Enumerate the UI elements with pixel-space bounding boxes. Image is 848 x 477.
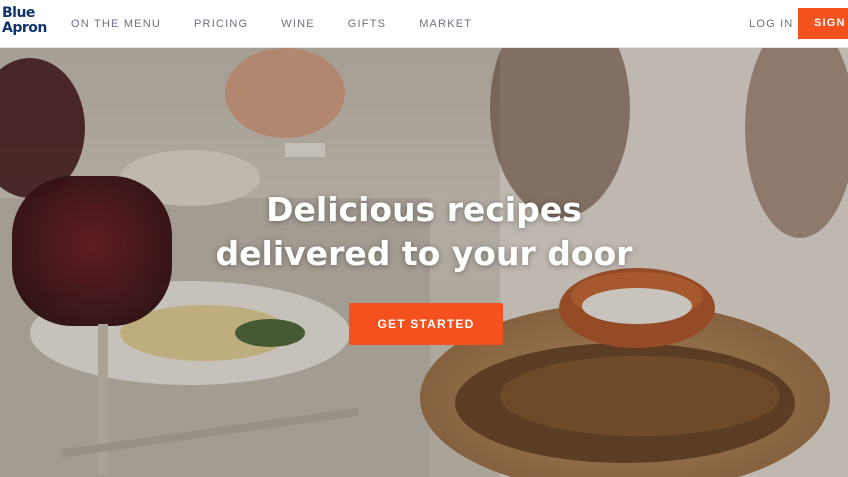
logo-line-1: Blue (2, 5, 35, 21)
top-navigation-bar: Blue Apron ON THE MENU PRICING WINE GIFT… (0, 0, 848, 48)
hero-section: Delicious recipes delivered to your door… (0, 48, 848, 477)
nav-link-market[interactable]: MARKET (419, 18, 472, 30)
login-link[interactable]: LOG IN (749, 0, 794, 48)
get-started-button[interactable]: GET STARTED (349, 303, 503, 345)
blue-apron-logo[interactable]: Blue Apron (2, 6, 52, 36)
nav-link-wine[interactable]: WINE (281, 18, 315, 30)
nav-link-on-the-menu[interactable]: ON THE MENU (71, 18, 161, 30)
hero-headline-line-2: delivered to your door (215, 234, 633, 273)
signup-button[interactable]: SIGN UP (798, 8, 848, 39)
nav-link-pricing[interactable]: PRICING (194, 18, 248, 30)
logo-line-2: Apron (2, 20, 47, 36)
nav-link-gifts[interactable]: GIFTS (348, 18, 386, 30)
hero-headline-line-1: Delicious recipes (266, 190, 582, 229)
primary-nav: ON THE MENU PRICING WINE GIFTS MARKET (71, 0, 505, 48)
